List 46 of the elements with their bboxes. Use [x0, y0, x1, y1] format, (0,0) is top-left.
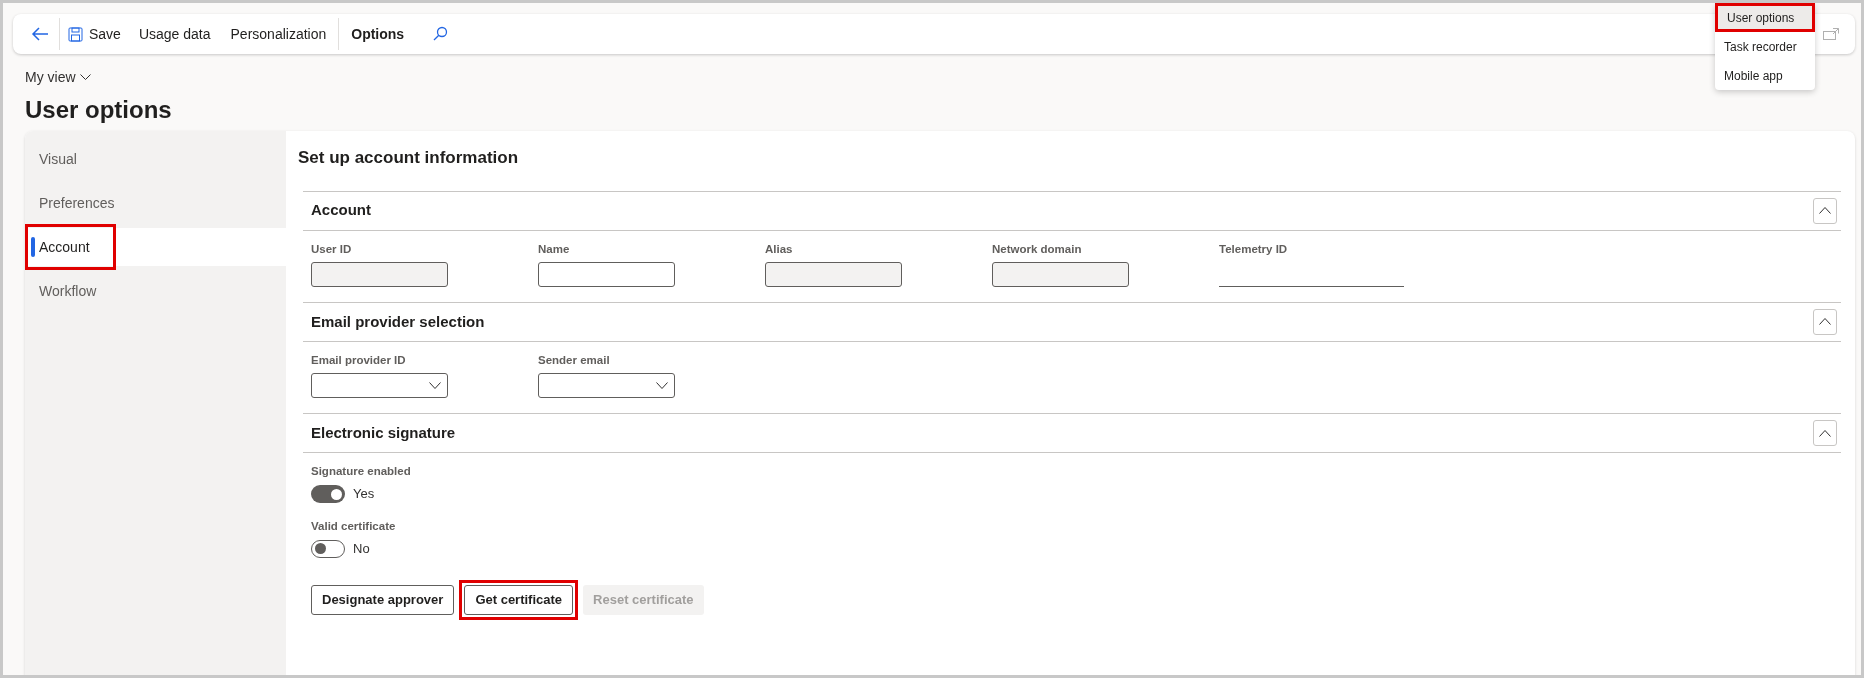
- dropdown-field[interactable]: [311, 373, 448, 398]
- field-label: Email provider ID: [311, 352, 407, 368]
- field-label: Sender email: [538, 352, 611, 368]
- selection-bar: [31, 237, 35, 257]
- field-label: Alias: [765, 241, 794, 257]
- content-title: Set up account information: [298, 147, 520, 169]
- chevron-up-icon: [1819, 318, 1831, 326]
- field-label: Valid certificate: [311, 518, 397, 534]
- toggle-value: No: [353, 540, 370, 558]
- input-field[interactable]: [311, 261, 448, 287]
- sidebar-tab[interactable]: Preferences: [25, 184, 286, 222]
- chevron-down-icon: [429, 382, 441, 389]
- field-label: Network domain: [992, 241, 1083, 257]
- menu-item[interactable]: User options: [1715, 3, 1815, 32]
- menu-item[interactable]: Mobile app: [1715, 61, 1815, 90]
- dropdown-field[interactable]: [538, 373, 675, 398]
- toolbar-button[interactable]: Personalization: [220, 18, 337, 50]
- action-button[interactable]: Get certificate: [464, 584, 574, 615]
- field-label: Telemetry ID: [1219, 241, 1289, 257]
- chevron-up-icon: [1819, 207, 1831, 214]
- view-selector[interactable]: My view: [25, 67, 172, 88]
- sidebar-tab[interactable]: Workflow: [25, 272, 286, 310]
- search-icon: [432, 26, 449, 42]
- options-tab[interactable]: Options: [338, 18, 415, 50]
- menu-item[interactable]: Task recorder: [1715, 32, 1815, 61]
- toggle-value: Yes: [353, 485, 375, 504]
- field-label: Name: [538, 241, 571, 257]
- toolbar-button[interactable]: Usage data: [128, 18, 221, 50]
- save-button[interactable]: Save: [60, 18, 129, 50]
- section-header: Email provider selection: [311, 311, 485, 332]
- toggle-switch[interactable]: [311, 539, 345, 558]
- field-label: Signature enabled: [311, 464, 412, 479]
- input-field[interactable]: [765, 261, 902, 287]
- chevron-up-icon: [1819, 429, 1831, 437]
- page-title: User options: [25, 95, 172, 125]
- back-arrow-icon: [31, 26, 49, 42]
- input-field[interactable]: [992, 261, 1129, 287]
- sidebar-tab[interactable]: Visual: [25, 140, 286, 178]
- input-field[interactable]: [538, 261, 675, 287]
- section-header: Account: [311, 200, 371, 221]
- action-button[interactable]: Designate approver: [311, 584, 455, 615]
- field-label: User ID: [311, 241, 353, 257]
- chevron-down-icon: [656, 382, 668, 389]
- section-header: Electronic signature: [311, 422, 456, 443]
- chevron-down-icon: [79, 74, 91, 81]
- toggle-switch[interactable]: [311, 485, 345, 503]
